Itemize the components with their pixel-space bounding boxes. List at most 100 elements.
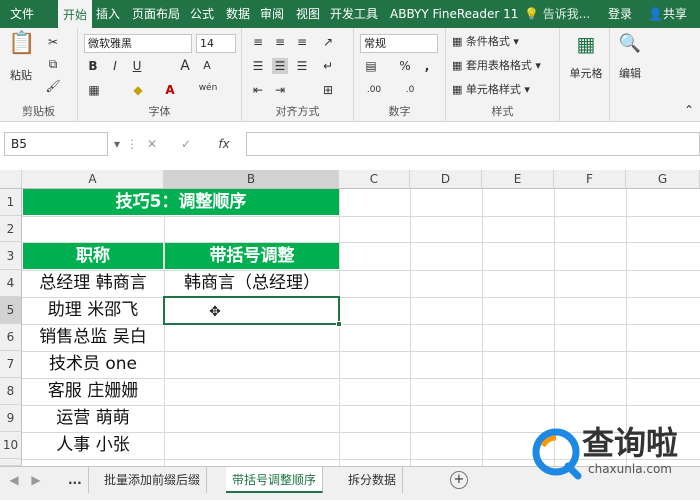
tab-review[interactable]: 审阅 xyxy=(256,0,288,28)
grow-font-button[interactable]: A xyxy=(178,58,192,74)
cells-button[interactable]: 单元格 xyxy=(564,66,608,82)
merge-center-icon[interactable]: ⊞ xyxy=(320,82,336,98)
tab-data[interactable]: 数据 xyxy=(222,0,254,28)
title-cell[interactable]: 技巧5：调整顺序 xyxy=(23,189,339,215)
font-size-select[interactable]: 14 xyxy=(196,34,236,53)
align-right-icon[interactable]: ☰ xyxy=(294,58,310,74)
tab-abbyy[interactable]: ABBYY FineReader 11 xyxy=(386,0,522,28)
row-header-9[interactable]: 9 xyxy=(0,405,22,432)
increase-indent-icon[interactable]: ⇥ xyxy=(272,82,288,98)
cancel-icon[interactable]: ✕ xyxy=(144,136,160,152)
name-box[interactable]: B5 xyxy=(4,132,108,156)
column-header-c[interactable]: C xyxy=(339,170,410,189)
align-middle-icon[interactable]: ≡ xyxy=(272,34,288,50)
row-header-10[interactable]: 10 xyxy=(0,432,22,459)
shrink-font-button[interactable]: A xyxy=(200,58,214,74)
tab-file[interactable]: 文件 xyxy=(6,0,38,28)
sign-in-link[interactable]: 登录 xyxy=(604,0,636,28)
conditional-format-button[interactable]: ▦ 条件格式 ▾ xyxy=(452,34,519,50)
collapse-ribbon-icon[interactable]: ⌃ xyxy=(682,102,696,118)
cell-a6[interactable]: 销售总监 吴白 xyxy=(23,324,163,351)
row-header-11[interactable] xyxy=(0,459,22,466)
row-header-3[interactable]: 3 xyxy=(0,242,22,270)
insert-function-button[interactable]: fx xyxy=(214,136,234,152)
cell-b4[interactable]: 韩商言（总经理） xyxy=(165,270,339,297)
find-icon[interactable]: 🔍 xyxy=(618,35,642,53)
more-sheets-button[interactable]: ... xyxy=(62,467,89,493)
font-color-icon[interactable]: A xyxy=(162,82,178,98)
select-all-corner[interactable] xyxy=(0,170,22,189)
format-painter-icon[interactable]: 🖌 xyxy=(44,78,62,94)
row-header-2[interactable]: 2 xyxy=(0,216,22,242)
align-center-icon[interactable]: ☰ xyxy=(272,58,288,74)
row-header-6[interactable]: 6 xyxy=(0,324,22,351)
decrease-indent-icon[interactable]: ⇤ xyxy=(250,82,266,98)
tab-page-layout[interactable]: 页面布局 xyxy=(128,0,184,28)
next-sheet-icon[interactable]: ▶ xyxy=(30,472,42,488)
header-cell-b3[interactable]: 带括号调整 xyxy=(165,243,339,269)
column-header-f[interactable]: F xyxy=(554,170,626,189)
tab-home[interactable]: 开始 xyxy=(58,0,93,28)
phonetic-icon[interactable]: wén xyxy=(196,80,220,96)
bold-button[interactable]: B xyxy=(86,58,100,74)
prev-sheet-icon[interactable]: ◀ xyxy=(8,472,20,488)
paste-button[interactable]: 粘贴 xyxy=(8,68,34,84)
currency-icon[interactable]: ▤ xyxy=(362,58,380,74)
sheet-tab-split-data[interactable]: 拆分数据 xyxy=(342,467,404,493)
row-header-7[interactable]: 7 xyxy=(0,351,22,378)
font-name-select[interactable]: 微软雅黑 xyxy=(84,34,192,53)
header-cell-a3[interactable]: 职称 xyxy=(23,243,163,269)
decrease-decimal-icon[interactable]: .0 xyxy=(398,82,422,98)
add-sheet-button[interactable]: + xyxy=(450,471,468,489)
cell-a7[interactable]: 技术员 one xyxy=(23,351,163,378)
italic-button[interactable]: I xyxy=(108,58,122,74)
share-button[interactable]: 👤共享 xyxy=(644,0,691,28)
increase-decimal-icon[interactable]: .00 xyxy=(362,82,386,98)
align-left-icon[interactable]: ☰ xyxy=(250,58,266,74)
tab-insert[interactable]: 插入 xyxy=(92,0,124,28)
comma-button[interactable]: , xyxy=(420,58,434,74)
cut-icon[interactable]: ✂ xyxy=(44,34,62,50)
cell-styles-button[interactable]: ▦ 单元格样式 ▾ xyxy=(452,82,530,98)
tab-developer[interactable]: 开发工具 xyxy=(326,0,382,28)
cell-a9[interactable]: 运营 萌萌 xyxy=(23,405,163,432)
row-header-1[interactable]: 1 xyxy=(0,189,22,216)
sheet-tab-prefix-suffix[interactable]: 批量添加前缀后缀 xyxy=(98,467,208,493)
number-format-select[interactable]: 常规 xyxy=(360,34,438,53)
gridline xyxy=(22,216,700,217)
cell-a4[interactable]: 总经理 韩商言 xyxy=(23,270,163,297)
cells-icon[interactable]: ▦ xyxy=(574,34,598,54)
row-header-8[interactable]: 8 xyxy=(0,378,22,405)
column-header-e[interactable]: E xyxy=(482,170,554,189)
align-bottom-icon[interactable]: ≡ xyxy=(294,34,310,50)
copy-icon[interactable]: ⧉ xyxy=(44,56,62,72)
wrap-text-icon[interactable]: ↵ xyxy=(320,58,336,74)
formula-input[interactable] xyxy=(246,132,700,156)
orientation-icon[interactable]: ↗ xyxy=(320,34,336,50)
column-header-g[interactable]: G xyxy=(626,170,700,189)
percent-button[interactable]: % xyxy=(398,58,412,74)
fill-handle[interactable] xyxy=(336,321,342,327)
format-table-button[interactable]: ▦ 套用表格格式 ▾ xyxy=(452,58,541,74)
column-header-a[interactable]: A xyxy=(22,170,164,189)
align-top-icon[interactable]: ≡ xyxy=(250,34,266,50)
tell-me-search[interactable]: 💡 告诉我... xyxy=(520,0,594,28)
column-header-d[interactable]: D xyxy=(410,170,482,189)
fill-color-icon[interactable]: ◆ xyxy=(130,82,146,98)
border-icon[interactable]: ▦ xyxy=(86,82,102,98)
cell-a10[interactable]: 人事 小张 xyxy=(23,432,163,459)
name-box-dropdown-icon[interactable]: ▾ xyxy=(110,136,124,152)
sheet-tab-bracket-order[interactable]: 带括号调整顺序 xyxy=(226,467,324,493)
paste-icon[interactable]: 📋 xyxy=(8,33,35,55)
editing-button[interactable]: 编辑 xyxy=(612,66,648,82)
enter-icon[interactable]: ✓ xyxy=(178,136,194,152)
tab-view[interactable]: 视图 xyxy=(292,0,324,28)
tab-formulas[interactable]: 公式 xyxy=(186,0,218,28)
cell-a5[interactable]: 助理 米邵飞 xyxy=(23,297,163,324)
row-header-5[interactable]: 5 xyxy=(0,297,22,324)
row-header-4[interactable]: 4 xyxy=(0,270,22,297)
cell-a8[interactable]: 客服 庄姗姗 xyxy=(23,378,163,405)
active-cell-b5[interactable] xyxy=(163,296,340,325)
underline-button[interactable]: U xyxy=(130,58,144,74)
column-header-b[interactable]: B xyxy=(164,170,339,189)
